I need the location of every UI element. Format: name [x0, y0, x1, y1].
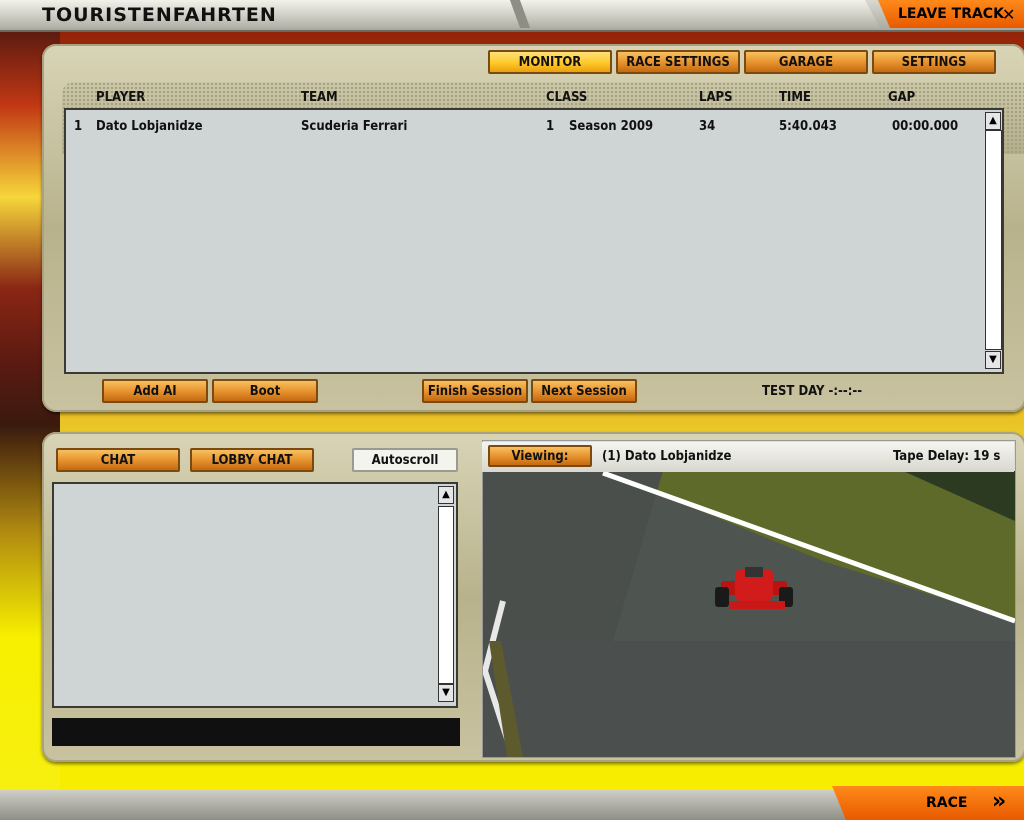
scroll-down-arrow[interactable]: ▼	[985, 351, 1001, 369]
scroll-up-arrow[interactable]: ▲	[985, 112, 1001, 130]
title-bar: TOURISTENFAHRTEN	[0, 0, 880, 28]
tab-settings[interactable]: SETTINGS	[872, 50, 996, 74]
header-time: TIME	[779, 90, 811, 105]
app-title: TOURISTENFAHRTEN	[42, 4, 277, 26]
chat-scroll-up-arrow[interactable]: ▲	[438, 486, 454, 504]
row-gap: 00:00.000	[892, 119, 959, 134]
header-class: CLASS	[546, 90, 588, 105]
finish-session-button[interactable]: Finish Session	[422, 379, 528, 403]
row-class: Season 2009	[569, 119, 654, 134]
forward-arrow-icon: »	[992, 789, 1007, 814]
row-time: 5:40.043	[779, 119, 837, 134]
row-team: Scuderia Ferrari	[301, 119, 408, 134]
tab-monitor[interactable]: MONITOR	[488, 50, 612, 74]
session-status: TEST DAY -:--:--	[762, 384, 863, 399]
lobby-chat-button[interactable]: LOBBY CHAT	[190, 448, 314, 472]
row-player: Dato Lobjanidze	[96, 119, 203, 134]
chat-button[interactable]: CHAT	[56, 448, 180, 472]
tab-garage[interactable]: GARAGE	[744, 50, 868, 74]
viewing-button[interactable]: Viewing:	[488, 445, 592, 467]
chat-input[interactable]	[52, 718, 460, 746]
leave-track-label: LEAVE TRACK	[898, 6, 1004, 22]
onboard-viewer[interactable]	[481, 440, 1016, 758]
tab-race-settings[interactable]: RACE SETTINGS	[616, 50, 740, 74]
chat-scroll-down-arrow[interactable]: ▼	[438, 684, 454, 702]
race-button[interactable]: RACE »	[832, 786, 1024, 820]
chat-scrollbar[interactable]	[438, 506, 454, 684]
row-class-number: 1	[546, 119, 555, 134]
header-laps: LAPS	[699, 90, 733, 105]
boot-button[interactable]: Boot	[212, 379, 318, 403]
row-laps: 34	[699, 119, 716, 134]
autoscroll-toggle[interactable]: Autoscroll	[352, 448, 458, 472]
header-player: PLAYER	[96, 90, 146, 105]
standings-list[interactable]	[64, 108, 1004, 374]
header-gap: GAP	[888, 90, 916, 105]
track-view	[481, 470, 1016, 758]
tape-delay: Tape Delay: 19 s	[893, 449, 1001, 464]
chat-log[interactable]	[52, 482, 458, 708]
standings-scrollbar[interactable]	[985, 130, 1002, 350]
row-position: 1	[74, 119, 83, 134]
race-label: RACE	[926, 795, 968, 811]
add-ai-button[interactable]: Add AI	[102, 379, 208, 403]
close-icon: ✕	[1002, 5, 1016, 24]
next-session-button[interactable]: Next Session	[531, 379, 637, 403]
viewing-driver: (1) Dato Lobjanidze	[602, 449, 732, 464]
header-team: TEAM	[301, 90, 338, 105]
leave-track-button[interactable]: LEAVE TRACK ✕	[878, 0, 1024, 28]
